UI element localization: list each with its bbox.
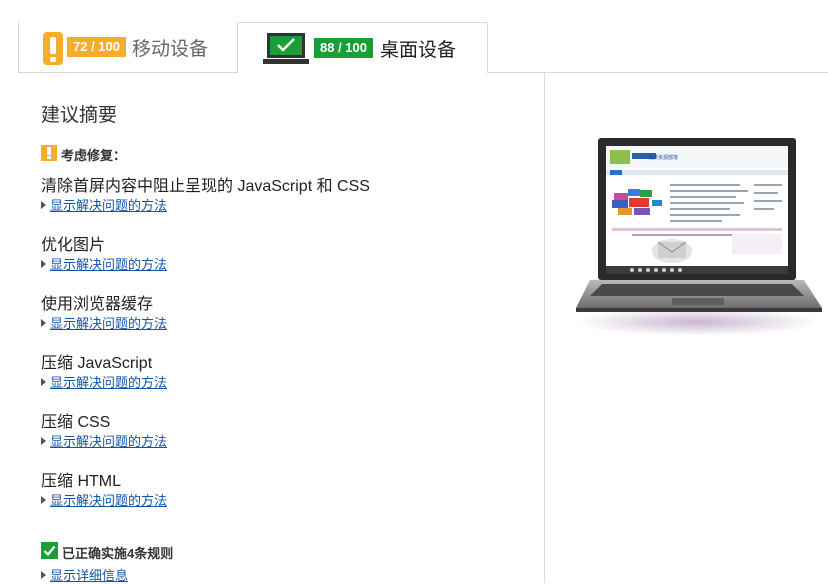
expand-triangle-icon: [41, 496, 46, 504]
show-fix-link[interactable]: 显示解决问题的方法: [41, 313, 167, 332]
laptop-check-icon: [263, 33, 309, 64]
rule-title: 压缩 JavaScript: [41, 355, 153, 372]
tab-mobile[interactable]: 72 / 100 移动设备: [18, 22, 237, 72]
tab-bar-divider: [487, 72, 828, 73]
expand-triangle-icon: [41, 378, 46, 386]
tab-bar-divider: [18, 72, 238, 73]
show-fix-link[interactable]: 显示解决问题的方法: [41, 254, 167, 273]
tab-mobile-label: 移动设备: [132, 39, 209, 60]
passed-rules-label: 已正确实施4条规则: [62, 546, 174, 561]
rule-item: 压缩 HTML 显示解决问题的方法: [41, 467, 536, 511]
preview-site-name: 免费资源部落: [648, 154, 678, 161]
rule-item: 清除首屏内容中阻止呈现的 JavaScript 和 CSS 显示解决问题的方法: [41, 172, 536, 216]
panel-divider: [544, 73, 545, 583]
consider-fixing-label: 考虑修复：: [61, 148, 127, 163]
expand-triangle-icon: [41, 260, 46, 268]
phone-warning-icon: [43, 32, 63, 65]
desktop-score-badge: 88 / 100: [314, 38, 373, 58]
show-fix-link[interactable]: 显示解决问题的方法: [41, 372, 167, 391]
rule-title: 压缩 CSS: [41, 414, 111, 431]
show-fix-link[interactable]: 显示解决问题的方法: [41, 490, 167, 509]
mobile-score-badge: 72 / 100: [67, 37, 126, 57]
section-title: 建议摘要: [41, 105, 118, 126]
rule-title: 优化图片: [41, 237, 106, 254]
expand-triangle-icon: [41, 571, 46, 579]
tab-desktop-label: 桌面设备: [380, 40, 457, 61]
show-details-link[interactable]: 显示详细信息: [41, 565, 128, 584]
rule-item: 压缩 JavaScript 显示解决问题的方法: [41, 349, 536, 393]
tab-desktop[interactable]: 88 / 100 桌面设备: [237, 22, 488, 73]
checkmark-icon: [41, 542, 58, 559]
warning-icon: [41, 145, 57, 161]
rule-title: 使用浏览器缓存: [41, 296, 154, 313]
expand-triangle-icon: [41, 201, 46, 209]
rule-item: 使用浏览器缓存 显示解决问题的方法: [41, 290, 536, 334]
laptop-screenshot-preview: 免费资源部落: [574, 138, 822, 336]
show-fix-link[interactable]: 显示解决问题的方法: [41, 431, 167, 450]
rule-title: 清除首屏内容中阻止呈现的 JavaScript 和 CSS: [41, 178, 370, 195]
show-fix-link[interactable]: 显示解决问题的方法: [41, 195, 167, 214]
rule-item: 优化图片 显示解决问题的方法: [41, 231, 536, 275]
rule-item: 压缩 CSS 显示解决问题的方法: [41, 408, 536, 452]
expand-triangle-icon: [41, 319, 46, 327]
expand-triangle-icon: [41, 437, 46, 445]
device-tab-bar: 72 / 100 移动设备 88 / 100 桌面设备: [0, 0, 828, 73]
rule-title: 压缩 HTML: [41, 473, 122, 490]
